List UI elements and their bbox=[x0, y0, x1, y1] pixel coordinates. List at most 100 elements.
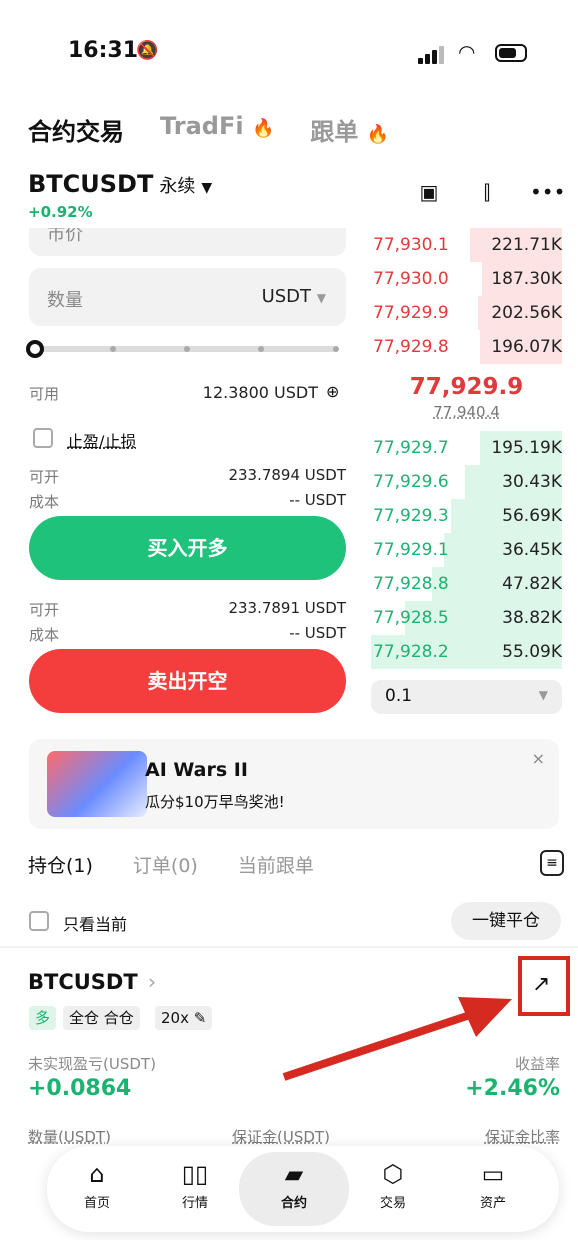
candlestick-icon[interactable]: ⫿ bbox=[473, 180, 501, 208]
bid-row[interactable]: 77,929.7 195.19K bbox=[371, 431, 562, 465]
quantity-input[interactable]: 数量 USDT ▼ bbox=[29, 268, 346, 326]
chart-icon[interactable]: ▣ bbox=[415, 180, 443, 208]
nav-trade[interactable]: ⬡ 交易 bbox=[353, 1156, 433, 1211]
ask-row[interactable]: 77,930.1 221.71K bbox=[371, 228, 562, 262]
only-current-checkbox[interactable] bbox=[29, 911, 49, 931]
slider-tick[interactable] bbox=[258, 346, 264, 352]
nav-assets[interactable]: ▭ 资产 bbox=[453, 1156, 533, 1211]
qty-label: 数量(USDT) bbox=[28, 1128, 111, 1146]
buy-cost-label: 成本 bbox=[29, 493, 60, 511]
close-icon[interactable]: × bbox=[532, 749, 545, 768]
sell-short-button[interactable]: 卖出开空 bbox=[29, 649, 346, 713]
add-circle-icon[interactable]: ⊕ bbox=[326, 382, 339, 401]
chevron-down-icon: ▼ bbox=[201, 180, 213, 196]
roi-label: 收益率 bbox=[514, 1055, 560, 1073]
nav-market[interactable]: ▯▯ 行情 bbox=[155, 1156, 235, 1211]
slider-tick[interactable] bbox=[184, 346, 190, 352]
quantity-label: 数量 bbox=[47, 290, 83, 311]
buy-long-button[interactable]: 买入开多 bbox=[29, 516, 346, 580]
last-price: 77,929.9 bbox=[409, 374, 524, 400]
banner-title: AI Wars II bbox=[145, 759, 248, 781]
ask-row[interactable]: 77,929.8 196.07K bbox=[371, 330, 562, 364]
margin-mode-badge: 全仓 合仓 bbox=[63, 1006, 140, 1030]
close-all-button[interactable]: 一键平仓 bbox=[451, 902, 561, 940]
nav-label: 资产 bbox=[479, 1196, 506, 1211]
pair-selector[interactable]: BTCUSDT 永续 ▼ bbox=[28, 170, 212, 198]
trade-icon: ⬡ bbox=[382, 1160, 404, 1188]
tab-positions[interactable]: 持仓(1) bbox=[28, 851, 93, 878]
tpsl-label[interactable]: 止盈/止损 bbox=[67, 428, 136, 452]
fire-icon: 🔥 bbox=[366, 124, 390, 145]
bid-row[interactable]: 77,929.1 36.45K bbox=[371, 533, 562, 567]
pnl-label: 未实现盈亏(USDT) bbox=[28, 1055, 156, 1073]
wifi-icon: ◠ bbox=[458, 40, 476, 64]
position-symbol[interactable]: BTCUSDT › bbox=[28, 970, 156, 994]
nav-futures[interactable]: ▰ 合约 bbox=[254, 1156, 334, 1211]
pair-symbol: BTCUSDT bbox=[28, 170, 154, 198]
slider-tick[interactable] bbox=[333, 346, 339, 352]
nav-home[interactable]: ⌂ 首页 bbox=[57, 1156, 137, 1211]
bid-qty: 195.19K bbox=[491, 438, 562, 458]
ask-row[interactable]: 77,929.9 202.56K bbox=[371, 296, 562, 330]
annotation-highlight: ↗ bbox=[518, 956, 570, 1016]
bid-price: 77,929.6 bbox=[373, 472, 449, 492]
tpsl-checkbox[interactable] bbox=[33, 428, 53, 448]
margin-label: 保证金(USDT) bbox=[232, 1128, 330, 1146]
nav-label: 行情 bbox=[181, 1196, 208, 1211]
tab-current-copy[interactable]: 当前跟单 bbox=[238, 851, 314, 878]
price-change: +0.92% bbox=[28, 203, 93, 221]
battery-icon bbox=[495, 44, 527, 62]
bid-price: 77,928.2 bbox=[373, 642, 449, 662]
precision-select[interactable]: 0.1 ▼ bbox=[371, 680, 562, 714]
leverage-badge[interactable]: 20x ✎ bbox=[155, 1006, 213, 1030]
bid-row[interactable]: 77,928.8 47.82K bbox=[371, 567, 562, 601]
bid-price: 77,929.7 bbox=[373, 438, 449, 458]
bid-qty: 36.45K bbox=[502, 540, 562, 560]
bottom-nav: ⌂ 首页 ▯▯ 行情 ▰ 合约 ⬡ 交易 ▭ 资产 bbox=[47, 1146, 559, 1232]
available-value: 12.3800 USDT bbox=[202, 383, 318, 402]
bid-row[interactable]: 77,928.2 55.09K bbox=[371, 635, 562, 669]
price-placeholder: 市价 bbox=[47, 224, 83, 245]
document-icon[interactable]: ≡ bbox=[540, 850, 564, 876]
sell-cost-value: -- USDT bbox=[289, 624, 346, 642]
tab-orders[interactable]: 订单(0) bbox=[133, 851, 198, 878]
slider-tick[interactable] bbox=[110, 346, 116, 352]
pair-type: 永续 bbox=[159, 176, 196, 197]
bid-row[interactable]: 77,929.6 30.43K bbox=[371, 465, 562, 499]
banner-image bbox=[47, 751, 147, 817]
available-label: 可用 bbox=[29, 385, 60, 403]
bid-qty: 47.82K bbox=[502, 574, 562, 594]
sell-can-open-value: 233.7891 USDT bbox=[228, 599, 346, 617]
tab-tradfi[interactable]: TradFi 🔥 bbox=[160, 112, 274, 147]
top-tabs: 合约交易 TradFi 🔥 跟单 🔥 bbox=[28, 112, 389, 147]
bid-qty: 30.43K bbox=[502, 472, 562, 492]
tab-label: 跟单 bbox=[310, 118, 359, 146]
share-icon[interactable]: ↗ bbox=[532, 972, 550, 997]
sell-cost-label: 成本 bbox=[29, 626, 60, 644]
slider-handle[interactable] bbox=[26, 340, 44, 358]
mark-price[interactable]: 77,940.4 bbox=[371, 403, 562, 421]
bid-price: 77,928.5 bbox=[373, 608, 449, 628]
precision-value: 0.1 bbox=[385, 686, 413, 706]
ask-price: 77,929.8 bbox=[373, 337, 449, 357]
promo-banner[interactable]: AI Wars II 瓜分$10万早鸟奖池! × bbox=[29, 739, 559, 829]
bid-row[interactable]: 77,928.5 38.82K bbox=[371, 601, 562, 635]
tab-label: TradFi bbox=[160, 112, 244, 140]
tab-futures[interactable]: 合约交易 bbox=[28, 112, 124, 147]
signal-icon bbox=[418, 44, 446, 64]
bid-qty: 55.09K bbox=[502, 642, 562, 662]
tab-copy-trading[interactable]: 跟单 🔥 bbox=[310, 112, 389, 147]
ask-qty: 187.30K bbox=[491, 269, 562, 289]
ask-qty: 196.07K bbox=[491, 337, 562, 357]
market-icon: ▯▯ bbox=[181, 1160, 209, 1188]
home-icon: ⌂ bbox=[89, 1160, 105, 1188]
nav-label: 交易 bbox=[379, 1196, 406, 1211]
position-tabs: 持仓(1) 订单(0) 当前跟单 bbox=[28, 851, 314, 878]
buy-cost-value: -- USDT bbox=[289, 491, 346, 509]
bid-row[interactable]: 77,929.3 56.69K bbox=[371, 499, 562, 533]
ask-row[interactable]: 77,930.0 187.30K bbox=[371, 262, 562, 296]
only-current-label[interactable]: 只看当前 bbox=[63, 911, 127, 935]
more-icon[interactable]: ••• bbox=[530, 180, 565, 208]
bell-muted-icon: 🔕 bbox=[136, 40, 159, 61]
bid-qty: 56.69K bbox=[502, 506, 562, 526]
